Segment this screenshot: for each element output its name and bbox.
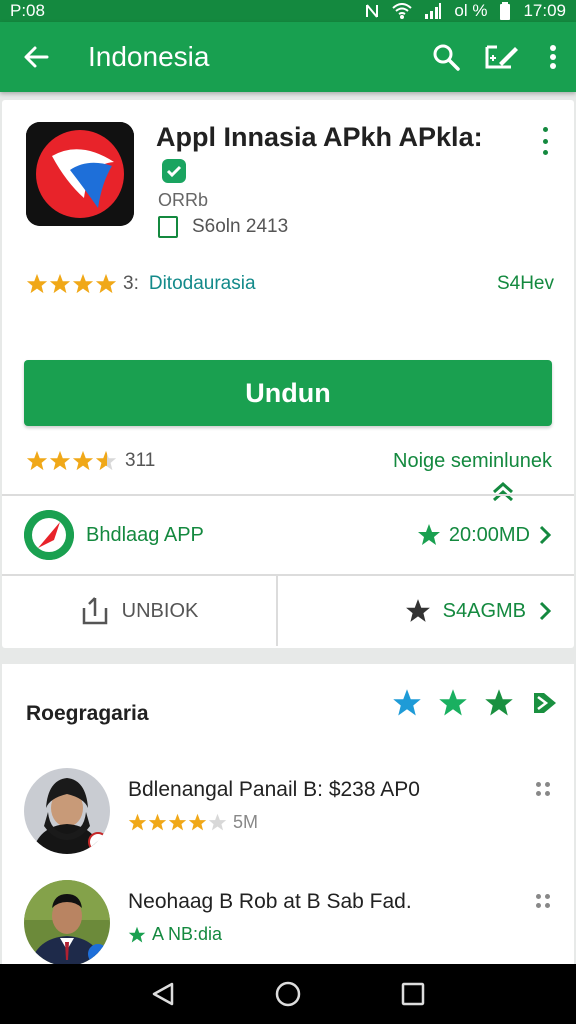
status-time-left: P:08 (10, 1, 45, 20)
nav-back-button[interactable] (143, 974, 183, 1014)
review-sub-text: A NB:dia (152, 924, 223, 944)
see-more-link[interactable]: Noige seminlunek (393, 450, 552, 473)
review-rating: 5M (128, 812, 258, 833)
edit-icon (485, 45, 518, 69)
related-app-row[interactable]: Bhdlaag APP 20:00MD (2, 496, 574, 574)
app-logo-icon (26, 122, 134, 226)
nfc-icon (366, 4, 379, 18)
app-size: S4Hev (496, 273, 554, 294)
app-bar: Indonesia (0, 22, 576, 92)
status-time-right: 17:09 (523, 1, 566, 20)
star-icon (49, 450, 71, 471)
related-app-icon (24, 510, 74, 560)
avatar (24, 768, 110, 854)
star-icon (485, 689, 513, 716)
rating-stars-2 (26, 450, 117, 472)
star-icon (26, 450, 48, 471)
star-icon (439, 689, 467, 716)
status-bar: P:08 ol % 17:09 (0, 0, 576, 22)
related-app-size: 20:00MD (417, 523, 552, 547)
related-app-size-text: 20:00MD (448, 523, 530, 546)
review-rating: A NB:dia (128, 924, 222, 945)
review-item[interactable]: Neohaag B Rob at B Sab Fad. A NB:dia (24, 880, 554, 970)
edit-button[interactable] (474, 22, 530, 92)
rating-row: 3: Ditodaurasia S4Hev (26, 270, 554, 298)
star-icon (95, 273, 117, 294)
wishlist-action[interactable]: S4AGMB (278, 576, 574, 646)
verified-icon (162, 159, 186, 183)
content-rating-icon (158, 216, 178, 238)
app-meta-text: S6oln 2413 (192, 216, 289, 237)
status-signal-text: ol % (454, 1, 488, 20)
battery-icon (500, 2, 511, 20)
nav-recents-icon (402, 982, 425, 1006)
back-button[interactable] (0, 22, 72, 92)
review-item[interactable]: Bdlenangal Panail B: $238 AP0 5M (24, 768, 554, 858)
share-icon (82, 597, 107, 625)
star-icon (72, 450, 94, 471)
leaf-icon (128, 926, 146, 942)
share-action[interactable]: UNBIOK (2, 576, 278, 646)
section-title: Roegragaria (26, 702, 149, 725)
wishlist-action-label: S4AGMB (442, 599, 526, 622)
more-button[interactable] (530, 22, 576, 92)
rating-count-2: 311 (125, 450, 156, 471)
category-link[interactable]: Ditodaurasia (149, 273, 497, 295)
review-title: Bdlenangal Panail B: $238 AP0 (128, 778, 420, 801)
review-menu-button[interactable] (536, 894, 550, 908)
nav-back-icon (152, 982, 173, 1006)
arrow-left-icon (24, 46, 49, 68)
share-action-label: UNBIOK (121, 599, 199, 622)
more-vert-icon (550, 45, 556, 69)
app-meta: S6oln 2413 (158, 214, 288, 240)
avatar (24, 880, 110, 966)
related-app-label: Bhdlaag APP (86, 523, 204, 546)
nav-home-icon (275, 981, 301, 1007)
navigation-bar (0, 964, 576, 1024)
avatar-badge-icon (88, 832, 108, 852)
search-icon (433, 44, 460, 71)
page-title: Indonesia (88, 41, 210, 72)
signal-icon (425, 3, 442, 19)
star-icon (405, 599, 430, 622)
search-button[interactable] (418, 22, 474, 92)
nav-home-button[interactable] (268, 974, 308, 1014)
rating-stars (26, 273, 117, 295)
star-icon (72, 273, 94, 294)
app-title-text: Appl Innasia APkh APkla: (156, 122, 483, 152)
review-menu-button[interactable] (536, 782, 550, 796)
star-icon (417, 524, 440, 545)
verified-badge-icon (88, 944, 108, 964)
review-stars (128, 813, 227, 832)
app-title: Appl Innasia APkh APkla: (156, 120, 496, 188)
star-icon (49, 273, 71, 294)
action-row: UNBIOK S4AGMB (2, 576, 574, 646)
star-icon (393, 689, 421, 716)
developer-name[interactable]: ORRb (158, 190, 208, 211)
nav-recents-button[interactable] (393, 974, 433, 1014)
review-sub-text: 5M (233, 812, 259, 832)
app-menu-button[interactable] (530, 124, 560, 158)
star-half-icon (95, 450, 117, 471)
arrow-right-icon (534, 693, 556, 713)
star-icon (26, 273, 48, 294)
review-title: Neohaag B Rob at B Sab Fad. (128, 890, 412, 913)
app-icon[interactable] (26, 122, 134, 226)
rating-count: 3: (123, 273, 139, 294)
wifi-icon (392, 3, 413, 19)
section-rating-icons[interactable] (392, 688, 558, 718)
chevron-right-icon (539, 525, 552, 545)
install-button[interactable]: Undun (24, 360, 552, 426)
rating-summary: 311 Noige seminlunek (26, 448, 552, 474)
chevron-right-icon (539, 601, 552, 621)
